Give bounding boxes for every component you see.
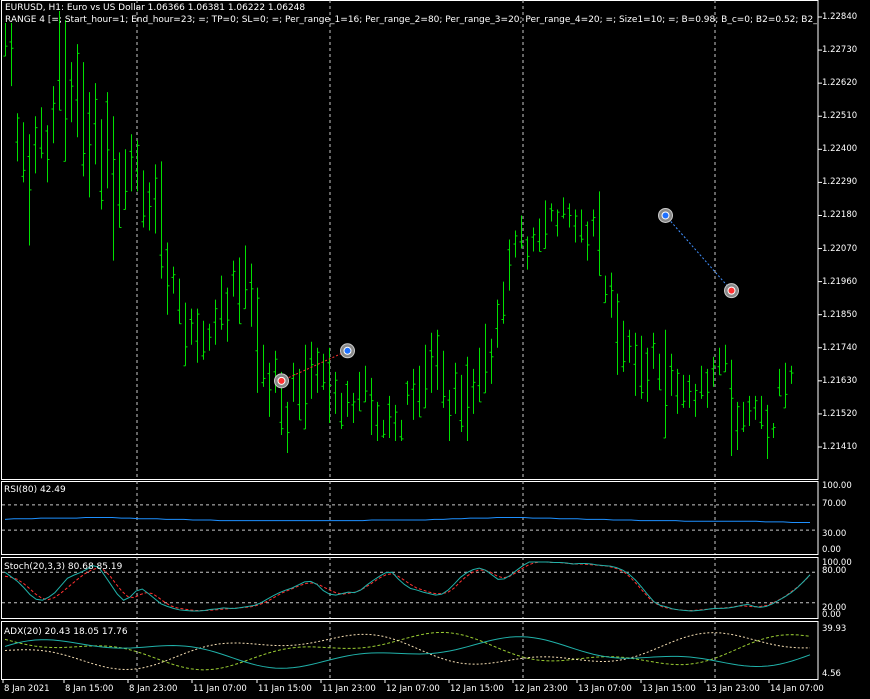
- adx-level-max: 39.93: [822, 624, 847, 634]
- time-label: 8 Jan 2021: [4, 684, 50, 694]
- time-label: 13 Jan 07:00: [578, 684, 632, 694]
- time-label: 12 Jan 23:00: [514, 684, 568, 694]
- rsi-level-30: 30.00: [822, 529, 847, 539]
- price-label: 1.22070: [822, 243, 858, 254]
- price-label: 1.22840: [822, 12, 858, 22]
- price-label: 1.21740: [822, 342, 858, 353]
- time-label: 13 Jan 23:00: [706, 684, 760, 694]
- time-label: 14 Jan 07:00: [770, 684, 824, 694]
- trade-marker-dot: [727, 286, 736, 295]
- price-label: 1.21960: [822, 276, 858, 287]
- adx-level-min: 4.56: [822, 669, 841, 679]
- stoch-main-line: [4, 561, 811, 612]
- time-label: 8 Jan 15:00: [65, 684, 114, 694]
- trade-connector: [281, 350, 348, 382]
- rsi-level-100: 100.00: [822, 481, 852, 491]
- adx-title: ADX(20) 20.43 18.05 17.76: [4, 627, 128, 637]
- indicator-parameters: RANGE 4 [=; Start_hour=1; End_hour=23; =…: [5, 15, 817, 25]
- price-label: 1.21850: [822, 309, 858, 320]
- chart-symbol-title: EURUSD, H1: Euro vs US Dollar 1.06366 1.…: [5, 3, 306, 13]
- rsi-level-0: 0.00: [822, 545, 841, 555]
- price-chart[interactable]: [0, 0, 870, 699]
- time-label: 12 Jan 15:00: [450, 684, 504, 694]
- trade-marker-dot: [277, 376, 286, 385]
- price-label: 1.22730: [822, 45, 858, 56]
- price-label: 1.21410: [822, 442, 858, 452]
- adx-plus-di-line: [4, 631, 811, 671]
- price-label: 1.21520: [822, 408, 858, 419]
- time-label: 13 Jan 15:00: [642, 684, 696, 694]
- chart-window[interactable]: EURUSD, H1: Euro vs US Dollar 1.06366 1.…: [0, 0, 870, 699]
- rsi-title: RSI(80) 42.49: [4, 485, 66, 495]
- rsi-line: [4, 517, 810, 524]
- price-label: 1.22400: [822, 144, 858, 155]
- time-label: 8 Jan 23:00: [129, 684, 178, 694]
- price-label: 1.22510: [822, 111, 858, 122]
- price-label: 1.22290: [822, 177, 858, 188]
- rsi-level-70: 70.00: [822, 499, 847, 509]
- stoch-level-80: 80.00: [822, 566, 847, 576]
- trade-marker-dot: [343, 346, 352, 355]
- stoch-title: Stoch(20,3,3) 80.68 85.19: [4, 562, 123, 572]
- trade-connector: [665, 215, 732, 291]
- trade-marker-dot: [661, 211, 670, 220]
- adx-main-line: [4, 636, 811, 669]
- price-label: 1.21630: [822, 375, 858, 386]
- price-label: 1.22180: [822, 210, 858, 221]
- time-label: 11 Jan 23:00: [322, 684, 376, 694]
- price-label: 1.22620: [822, 78, 858, 89]
- stoch-level-0: 0.00: [822, 610, 841, 620]
- time-label: 11 Jan 07:00: [193, 684, 247, 694]
- time-label: 12 Jan 07:00: [386, 684, 440, 694]
- time-label: 11 Jan 15:00: [258, 684, 312, 694]
